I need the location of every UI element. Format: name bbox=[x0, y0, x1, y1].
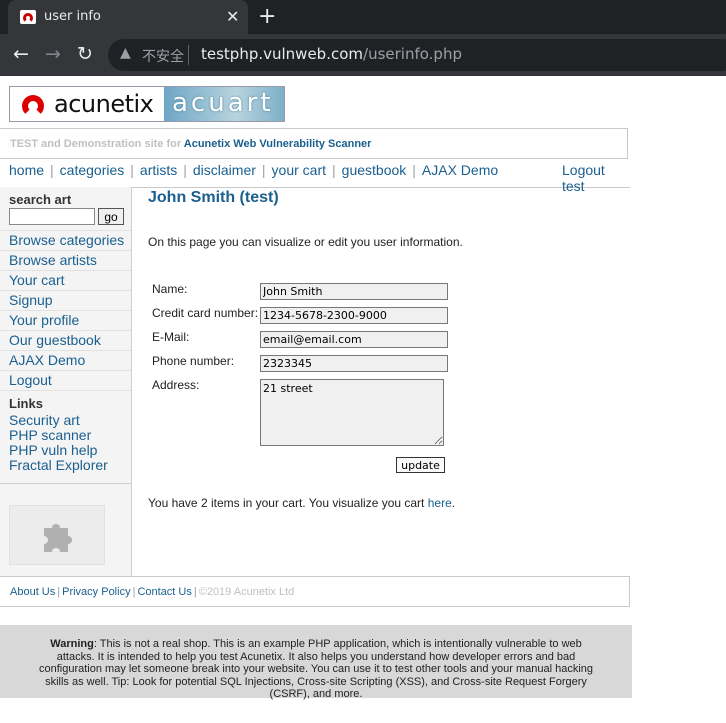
acunetix-logo-text: acunetix bbox=[54, 90, 154, 118]
footer: About Us | Privacy Policy | Contact Us | ©2019… bbox=[0, 576, 630, 607]
footer-divider: | bbox=[57, 586, 61, 598]
browser-tab-bar: user info ✕ + bbox=[0, 0, 726, 34]
top-nav-items: home | categories | artists | disclaimer | your … bbox=[9, 162, 498, 178]
omnibox-divider bbox=[188, 45, 189, 65]
nav-home[interactable]: home bbox=[9, 162, 44, 178]
page-title: John Smith (test) bbox=[148, 189, 279, 206]
cart-here-link[interactable]: here bbox=[428, 496, 452, 510]
nav-disclaimer[interactable]: disclaimer bbox=[193, 162, 256, 178]
browser-toolbar: ← → ↻ ▲ 不安全 testphp.vulnweb.com/userinfo… bbox=[0, 34, 726, 76]
search-input[interactable] bbox=[9, 208, 95, 225]
nav-ajax-demo[interactable]: AJAX Demo bbox=[422, 162, 498, 178]
sidebar-item-signup[interactable]: Signup bbox=[0, 290, 131, 310]
nav-divider: | bbox=[332, 162, 336, 178]
reload-icon[interactable]: ↻ bbox=[77, 43, 93, 65]
name-field[interactable] bbox=[260, 283, 448, 300]
nav-guestbook[interactable]: guestbook bbox=[342, 162, 407, 178]
cart-message: You have 2 items in your cart. You visua… bbox=[148, 496, 455, 510]
top-navigation: home | categories | artists | disclaimer | your … bbox=[0, 161, 630, 194]
cart-message-text: You have 2 items in your cart. You visua… bbox=[148, 496, 428, 510]
scanner-link[interactable]: Acunetix Web Vulnerability Scanner bbox=[184, 138, 372, 150]
search-label: search art bbox=[9, 192, 72, 207]
links-list: Security art PHP scanner PHP vuln help F… bbox=[9, 413, 108, 473]
warning-body: : This is not a real shop. This is an ex… bbox=[39, 638, 593, 700]
link-php-vuln-help[interactable]: PHP vuln help bbox=[9, 443, 108, 458]
address-label: Address: bbox=[152, 378, 200, 392]
nav-categories[interactable]: categories bbox=[60, 162, 125, 178]
nav-divider: | bbox=[130, 162, 134, 178]
phone-label: Phone number: bbox=[152, 354, 235, 368]
tagline-bar: TEST and Demonstration site for Acunetix… bbox=[0, 128, 628, 159]
tagline: TEST and Demonstration site for Acunetix… bbox=[10, 138, 371, 150]
nav-divider: | bbox=[50, 162, 54, 178]
security-status-label[interactable]: 不安全 bbox=[142, 46, 184, 66]
url-host: testphp.vulnweb.com bbox=[201, 45, 364, 63]
url-text[interactable]: testphp.vulnweb.com/userinfo.php bbox=[201, 45, 462, 63]
plugin-placeholder bbox=[9, 505, 105, 565]
acunetix-mark-icon bbox=[22, 95, 44, 117]
tab-title: user info bbox=[44, 9, 101, 24]
logout-link[interactable]: Logout test bbox=[562, 162, 630, 194]
url-path: /userinfo.php bbox=[363, 45, 462, 63]
name-label: Name: bbox=[152, 282, 188, 296]
site-favicon-icon bbox=[20, 10, 36, 24]
sidebar-divider bbox=[0, 483, 131, 484]
link-fractal-explorer[interactable]: Fractal Explorer bbox=[9, 458, 108, 473]
warning-triangle-icon[interactable]: ▲ bbox=[120, 45, 131, 61]
footer-divider: | bbox=[132, 586, 136, 598]
forward-arrow-icon[interactable]: → bbox=[45, 43, 61, 65]
sidebar-item-ajax-demo[interactable]: AJAX Demo bbox=[0, 350, 131, 370]
sidebar-item-your-cart[interactable]: Your cart bbox=[0, 270, 131, 290]
puzzle-piece-icon bbox=[44, 524, 72, 552]
credit-card-label: Credit card number: bbox=[152, 306, 259, 320]
nav-divider: | bbox=[261, 162, 266, 178]
email-field[interactable] bbox=[260, 331, 448, 348]
acunetix-logo: acunetix bbox=[10, 87, 164, 121]
warning-bold: Warning bbox=[50, 638, 94, 650]
footer-divider: | bbox=[193, 586, 197, 598]
sidebar-item-browse-categories[interactable]: Browse categories bbox=[0, 230, 131, 250]
email-label: E-Mail: bbox=[152, 330, 190, 344]
nav-your-cart[interactable]: your cart bbox=[272, 162, 326, 178]
sidebar-item-guestbook[interactable]: Our guestbook bbox=[0, 330, 131, 350]
link-php-scanner[interactable]: PHP scanner bbox=[9, 428, 108, 443]
tagline-prefix: TEST and Demonstration site for bbox=[10, 138, 184, 150]
close-tab-icon[interactable]: ✕ bbox=[226, 7, 239, 26]
sidebar-nav: Browse categories Browse artists Your ca… bbox=[0, 230, 131, 391]
address-field[interactable]: 21 street bbox=[260, 379, 444, 446]
site-logo[interactable]: acunetix acuart bbox=[9, 86, 285, 122]
sidebar-item-logout[interactable]: Logout bbox=[0, 370, 131, 391]
nav-artists[interactable]: artists bbox=[140, 162, 177, 178]
acuart-logo: acuart bbox=[164, 87, 284, 121]
intro-text: On this page you can visualize or edit y… bbox=[148, 235, 463, 249]
web-page: acunetix acuart TEST and Demonstration s… bbox=[0, 76, 726, 723]
footer-privacy-policy[interactable]: Privacy Policy bbox=[62, 586, 130, 598]
sidebar-item-browse-artists[interactable]: Browse artists bbox=[0, 250, 131, 270]
link-security-art[interactable]: Security art bbox=[9, 413, 108, 428]
back-arrow-icon[interactable]: ← bbox=[13, 43, 29, 65]
footer-about-us[interactable]: About Us bbox=[10, 586, 55, 598]
credit-card-field[interactable] bbox=[260, 307, 448, 324]
warning-text: Warning: This is not a real shop. This i… bbox=[30, 638, 602, 701]
search-go-button[interactable]: go bbox=[98, 208, 124, 225]
phone-field[interactable] bbox=[260, 355, 448, 372]
browser-tab[interactable]: user info ✕ bbox=[8, 0, 248, 34]
new-tab-icon[interactable]: + bbox=[258, 4, 276, 29]
cart-message-suffix: . bbox=[451, 496, 456, 510]
footer-contact-us[interactable]: Contact Us bbox=[137, 586, 191, 598]
copyright: ©2019 Acunetix Ltd bbox=[198, 586, 295, 598]
sidebar-item-your-profile[interactable]: Your profile bbox=[0, 310, 131, 330]
warning-banner: Warning: This is not a real shop. This i… bbox=[0, 625, 632, 701]
update-button[interactable]: update bbox=[396, 457, 445, 473]
nav-divider: | bbox=[412, 162, 416, 178]
links-heading: Links bbox=[9, 396, 43, 411]
address-bar[interactable]: ▲ 不安全 testphp.vulnweb.com/userinfo.php bbox=[108, 39, 726, 71]
sidebar: search art go Browse categories Browse a… bbox=[0, 187, 132, 576]
nav-divider: | bbox=[183, 162, 187, 178]
acuart-logo-text: acuart bbox=[172, 88, 274, 118]
footer-links: About Us | Privacy Policy | Contact Us | ©2019… bbox=[10, 586, 294, 598]
